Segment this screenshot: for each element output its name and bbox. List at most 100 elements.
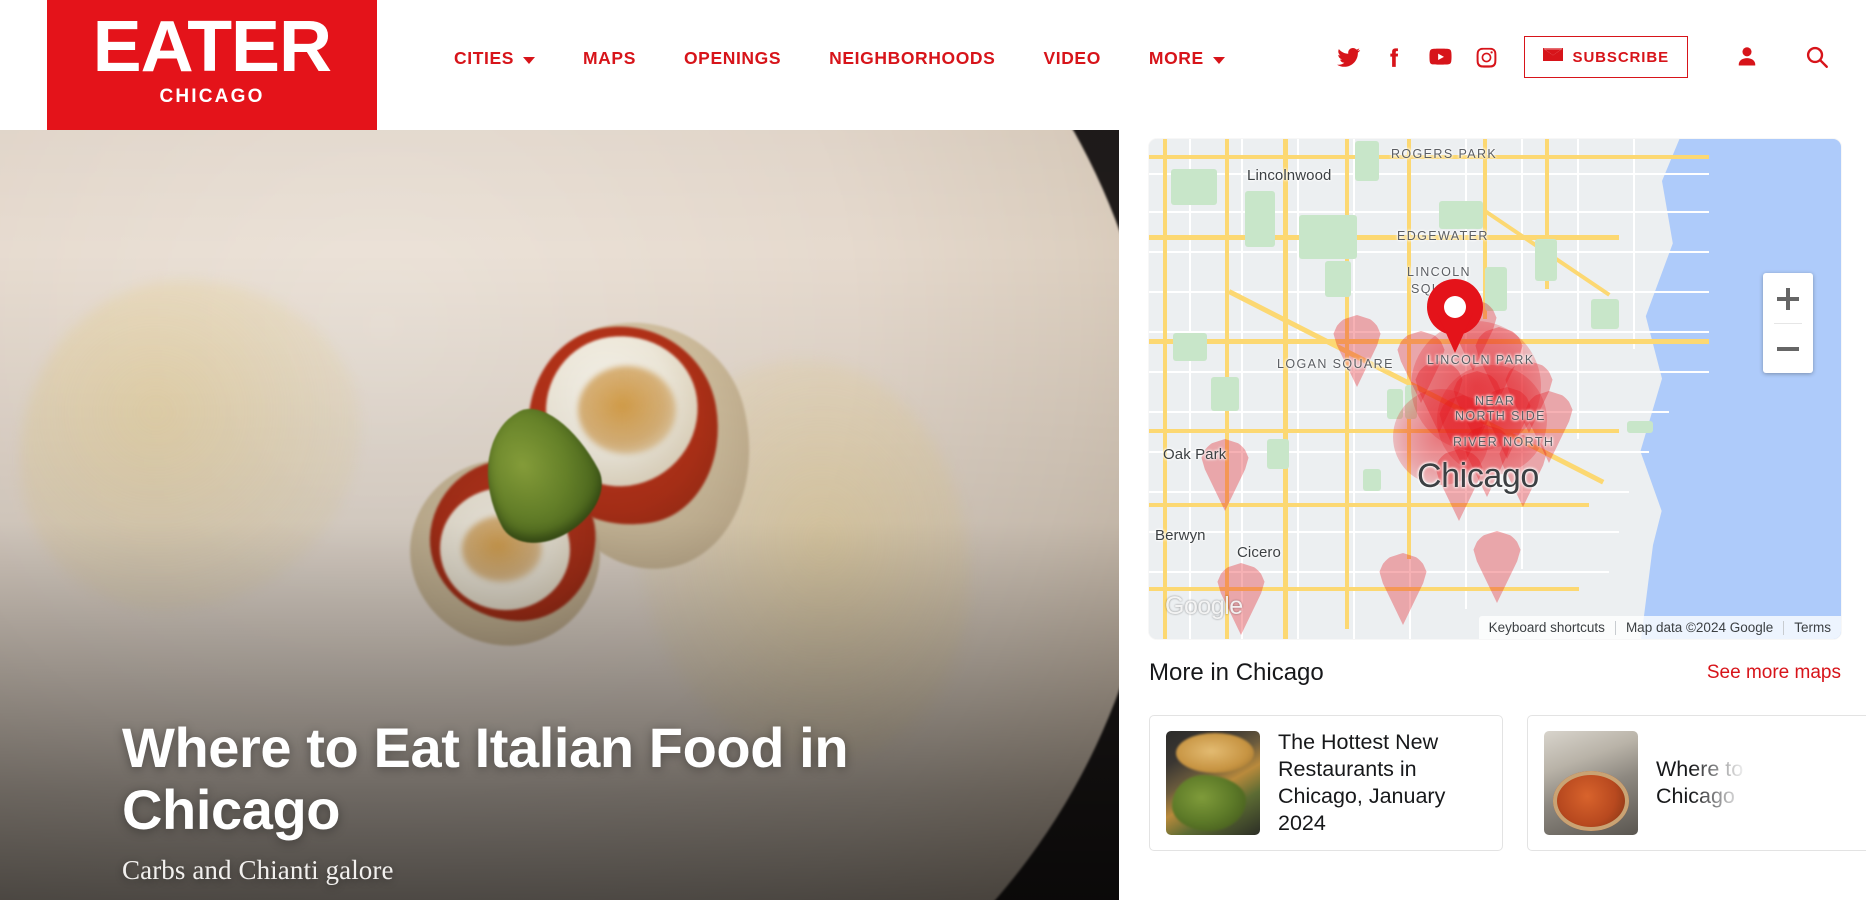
see-more-maps-link[interactable]: See more maps <box>1707 662 1841 684</box>
park-area <box>1171 169 1217 205</box>
keyboard-shortcuts-link[interactable]: Keyboard shortcuts <box>1479 620 1615 635</box>
right-rail: ROGERS PARKLincolnwoodEDGEWATERLINCOLNSQ… <box>1119 0 1866 900</box>
card-thumbnail <box>1166 731 1260 835</box>
map-zoom-controls[interactable] <box>1763 273 1813 373</box>
related-maps-carousel: The Hottest New Restaurants in Chicago, … <box>1149 715 1866 855</box>
park-area <box>1363 469 1381 491</box>
terms-link[interactable]: Terms <box>1784 620 1841 635</box>
page-subtitle: Carbs and Chianti galore <box>122 855 394 885</box>
list-item[interactable]: The Hottest New Restaurants in Chicago, … <box>1149 715 1503 851</box>
street <box>1149 251 1709 253</box>
map-label: Berwyn <box>1155 527 1206 544</box>
section-title: More in Chicago <box>1149 659 1324 686</box>
nav-item-label: MORE <box>1148 48 1204 68</box>
nav-item-label: CITIES <box>454 48 514 68</box>
lake-michigan-shape-lower <box>1639 389 1841 639</box>
highway <box>1283 139 1288 639</box>
highway <box>1345 139 1349 629</box>
subscribe-label: SUBSCRIBE <box>1572 48 1669 66</box>
street <box>1633 139 1635 349</box>
card-thumbnail <box>1544 731 1638 835</box>
street <box>1149 211 1709 213</box>
selected-location-pin[interactable] <box>1427 279 1483 353</box>
nav-item-neighborhoods[interactable]: NEIGHBORHOODS <box>805 48 1019 69</box>
zoom-out-button[interactable] <box>1763 323 1813 373</box>
park-area <box>1355 141 1379 181</box>
subscribe-button[interactable]: SUBSCRIBE <box>1523 36 1688 78</box>
park-area <box>1211 377 1239 411</box>
street <box>1189 139 1191 639</box>
park-area <box>1591 299 1619 329</box>
youtube-icon[interactable] <box>1418 37 1464 77</box>
google-logo: Google <box>1165 592 1243 620</box>
map-data-credit: Map data ©2024 Google <box>1625 620 1774 635</box>
park-area <box>1325 261 1351 297</box>
street <box>1577 139 1579 439</box>
chevron-down-icon <box>1212 56 1225 64</box>
hero-text-block: Where to Eat Italian Food in Chicago Car… <box>122 717 982 886</box>
header-actions: SUBSCRIBE <box>1326 36 1830 78</box>
site-logo[interactable]: EATER CHICAGO <box>47 0 377 130</box>
map-label: NEAR <box>1475 394 1516 408</box>
twitter-icon[interactable] <box>1326 37 1372 77</box>
minus-icon <box>1777 347 1799 351</box>
card-title: The Hottest New Restaurants in Chicago, … <box>1278 730 1446 835</box>
nav-item-maps[interactable]: MAPS <box>559 48 660 69</box>
street <box>1149 531 1619 533</box>
envelope-icon <box>1542 47 1563 67</box>
nav-item-label: NEIGHBORHOODS <box>829 48 996 68</box>
park-area <box>1173 333 1207 361</box>
map-label: ROGERS PARK <box>1391 147 1498 161</box>
restaurant-pin[interactable] <box>1333 315 1381 387</box>
park-area <box>1245 191 1275 247</box>
map-label: Oak Park <box>1163 446 1227 463</box>
social-links <box>1326 37 1510 77</box>
map-attribution-bar: Keyboard shortcuts Map data ©2024 Google… <box>1478 616 1841 639</box>
nav-item-video[interactable]: VIDEO <box>1019 48 1124 69</box>
map-label: NORTH SIDE <box>1455 409 1546 423</box>
map-label: RIVER NORTH <box>1453 435 1555 449</box>
nav-item-more[interactable]: MORE <box>1125 48 1249 69</box>
map-label: Cicero <box>1237 544 1281 561</box>
facebook-icon[interactable] <box>1372 37 1418 77</box>
nav-item-label: MAPS <box>583 48 636 68</box>
map-label: Chicago <box>1417 457 1539 495</box>
nav-item-label: OPENINGS <box>683 48 782 68</box>
map-widget[interactable]: ROGERS PARKLincolnwoodEDGEWATERLINCOLNSQ… <box>1149 139 1841 639</box>
map-label: LOGAN SQUARE <box>1277 357 1394 371</box>
logo-city-label: CHICAGO <box>159 86 265 107</box>
park-area <box>1267 439 1289 469</box>
nav-item-label: VIDEO <box>1043 48 1101 68</box>
pin-tip <box>1437 313 1473 353</box>
logo-wordmark: EATER <box>92 7 332 87</box>
highway <box>1149 587 1579 591</box>
main-navigation: CITIES MAPS OPENINGS NEIGHBORHOODS VIDEO MORE <box>430 48 1249 69</box>
zoom-in-button[interactable] <box>1763 273 1813 323</box>
list-item[interactable]: Where to Chicago <box>1527 715 1866 851</box>
nav-item-cities[interactable]: CITIES <box>430 48 559 69</box>
nav-item-openings[interactable]: OPENINGS <box>660 48 805 69</box>
street <box>1353 139 1355 639</box>
search-icon[interactable] <box>1804 44 1830 70</box>
restaurant-pin[interactable] <box>1473 531 1521 603</box>
map-label: LINCOLN PARK <box>1427 353 1535 367</box>
chevron-down-icon <box>523 56 535 64</box>
map-label: LINCOLN <box>1407 265 1471 279</box>
park-area <box>1627 421 1653 433</box>
map-canvas: ROGERS PARKLincolnwoodEDGEWATERLINCOLNSQ… <box>1149 139 1841 639</box>
park-area <box>1299 215 1357 259</box>
eater-chicago-page: Where to Eat Italian Food in Chicago Car… <box>0 0 1866 900</box>
instagram-icon[interactable] <box>1464 37 1510 77</box>
card-title: Where to Chicago <box>1656 757 1744 808</box>
street <box>1149 571 1609 573</box>
map-label: Lincolnwood <box>1247 167 1332 184</box>
person-icon[interactable] <box>1734 44 1760 70</box>
park-area <box>1535 239 1557 281</box>
site-header: EATER CHICAGO CITIES MAPS OPENINGS NEIGHBOR… <box>0 0 1866 130</box>
hero-section: Where to Eat Italian Food in Chicago Car… <box>0 0 1119 900</box>
street <box>1149 173 1709 175</box>
park-area <box>1439 201 1483 229</box>
highway <box>1163 139 1167 639</box>
pin-dot <box>1444 296 1466 318</box>
more-in-chicago-header: More in Chicago See more maps <box>1149 659 1841 687</box>
